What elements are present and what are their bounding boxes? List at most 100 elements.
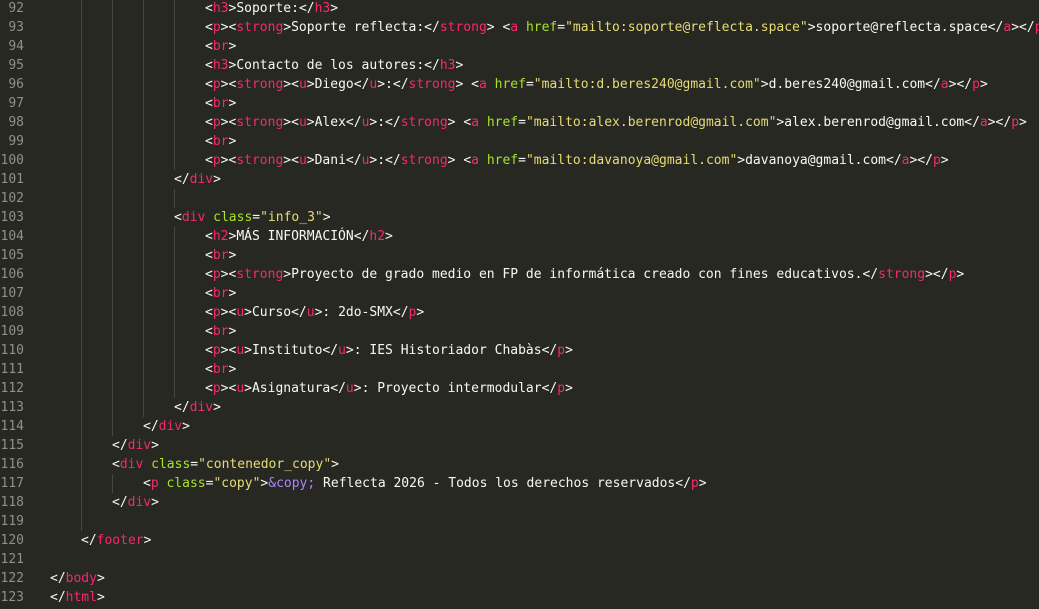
punctuation: > — [956, 267, 965, 282]
code-line[interactable]: 112 <p><u>Asignatura</u>: Proyecto interm… — [0, 379, 1039, 398]
indent-guide — [112, 341, 113, 360]
punctuation: > — [416, 305, 425, 320]
indent-guide — [174, 56, 175, 75]
line-number: 114 — [0, 419, 24, 434]
tag-name: u — [298, 115, 307, 130]
code-line[interactable]: 116 <div class="contenedor_copy"> — [0, 455, 1039, 474]
punctuation: </ — [330, 381, 346, 396]
attribute-value: "info_3" — [260, 210, 323, 225]
punctuation: > — [330, 1, 339, 16]
code-line[interactable]: 120 </footer> — [0, 531, 1039, 550]
code-line[interactable]: 105 <br> — [0, 246, 1039, 265]
punctuation: </ — [541, 343, 558, 358]
line-content: </html> — [50, 588, 105, 607]
code-line[interactable]: 119 — [0, 512, 1039, 531]
code-line[interactable]: 109 <br> — [0, 322, 1039, 341]
line-number: 97 — [8, 96, 24, 111]
indent-guide — [112, 322, 113, 341]
text-content: Diego — [314, 77, 354, 92]
code-line[interactable]: 122 </body> — [0, 569, 1039, 588]
code-line[interactable]: 110 <p><u>Instituto</u>: IES Historiador … — [0, 341, 1039, 360]
attribute-name: href — [525, 20, 558, 35]
punctuation: > — [322, 210, 331, 225]
code-editor[interactable]: 92 <h3>Soporte:</h3> 93 <p><strong>Soporte … — [0, 0, 1039, 609]
indent-guide — [112, 227, 113, 246]
tag-name: u — [236, 343, 245, 358]
punctuation: ></ — [1011, 20, 1035, 35]
code-line[interactable]: 123 </html> — [0, 588, 1039, 607]
indent-guide — [81, 37, 82, 56]
line-number: 93 — [8, 20, 24, 35]
code-line[interactable]: 118 </div> — [0, 493, 1039, 512]
punctuation: > — [244, 305, 252, 320]
indent-guide — [81, 132, 82, 151]
code-line[interactable]: 100 <p><strong><u>Dani</u>:</strong> <a h… — [0, 151, 1039, 170]
indent-guide — [143, 0, 144, 18]
tag-name: u — [298, 153, 307, 168]
tag-name: strong — [236, 153, 284, 168]
tag-name: div — [119, 457, 144, 472]
tag-name: u — [298, 77, 307, 92]
punctuation: >< — [220, 305, 237, 320]
code-line[interactable]: 115 </div> — [0, 436, 1039, 455]
code-line[interactable]: 108 <p><u>Curso</u>: 2do-SMX</p> — [0, 303, 1039, 322]
indent-guide — [174, 132, 175, 151]
code-line[interactable]: 95 <h3>Contacto de los autores:</h3> — [0, 56, 1039, 75]
punctuation: < — [143, 476, 151, 491]
code-line[interactable]: 93 <p><strong>Soporte reflecta:</strong> … — [0, 18, 1039, 37]
indent-guide — [112, 189, 113, 208]
text-content: Proyecto de grado medio en FP de informá… — [291, 267, 863, 282]
code-line[interactable]: 117 <p class="copy">&copy; Reflecta 2026 … — [0, 474, 1039, 493]
code-line[interactable]: 114 </div> — [0, 417, 1039, 436]
indent-guide — [112, 151, 113, 170]
tag-name: div — [127, 438, 152, 453]
punctuation: > — [565, 343, 573, 358]
code-line[interactable]: 106 <p><strong>Proyecto de grado medio en… — [0, 265, 1039, 284]
code-line[interactable]: 121 — [0, 550, 1039, 569]
code-line[interactable]: 94 <br> — [0, 37, 1039, 56]
code-line[interactable]: 98 <p><strong><u>Alex</u>:</strong> <a hr… — [0, 113, 1039, 132]
tag-name: strong — [236, 20, 284, 35]
punctuation: > — [228, 39, 237, 54]
punctuation: </ — [50, 590, 66, 605]
punctuation: > — [565, 381, 573, 396]
indent-guide — [81, 512, 82, 531]
indent-guide — [81, 227, 82, 246]
punctuation: > — [345, 343, 354, 358]
code-lines[interactable]: 92 <h3>Soporte:</h3> 93 <p><strong>Soporte … — [0, 0, 1039, 607]
code-line[interactable]: 92 <h3>Soporte:</h3> — [0, 0, 1039, 18]
code-line[interactable]: 107 <br> — [0, 284, 1039, 303]
line-content: <p><strong>Proyecto de grado medio en FP… — [205, 265, 964, 284]
punctuation: </ — [174, 400, 190, 415]
punctuation: </ — [353, 77, 370, 92]
code-line[interactable]: 99 <br> — [0, 132, 1039, 151]
code-line[interactable]: 97 <br> — [0, 94, 1039, 113]
punctuation: > — [228, 324, 237, 339]
line-content: <div class="info_3"> — [174, 208, 331, 227]
text-content: Reflecta 2026 - Todos los derechos reser… — [315, 476, 676, 491]
tag-name: div — [189, 172, 214, 187]
line-content: <p><u>Curso</u>: 2do-SMX</p> — [205, 303, 424, 322]
punctuation: </ — [50, 571, 66, 586]
code-line[interactable]: 96 <p><strong><u>Diego</u>:</strong> <a h… — [0, 75, 1039, 94]
code-line[interactable]: 113 </div> — [0, 398, 1039, 417]
punctuation: > — [306, 115, 315, 130]
indent-guide — [81, 94, 82, 113]
text-content: Contacto de los autores: — [236, 58, 425, 73]
tag-name: u — [306, 305, 315, 320]
line-number: 94 — [8, 39, 24, 54]
tag-name: strong — [400, 115, 448, 130]
punctuation: </ — [862, 267, 879, 282]
code-line[interactable]: 101 </div> — [0, 170, 1039, 189]
punctuation: > — [698, 476, 707, 491]
indent-guide — [174, 189, 175, 208]
punctuation: </ — [886, 153, 902, 168]
indent-guide — [81, 0, 82, 18]
code-line[interactable]: 111 <br> — [0, 360, 1039, 379]
code-line[interactable]: 102 — [0, 189, 1039, 208]
code-line[interactable]: 103 <div class="info_3"> — [0, 208, 1039, 227]
code-line[interactable]: 104 <h2>MÁS INFORMACIÓN</h2> — [0, 227, 1039, 246]
punctuation: = — [190, 457, 199, 472]
indent-guide — [112, 265, 113, 284]
punctuation: > — [182, 419, 190, 434]
